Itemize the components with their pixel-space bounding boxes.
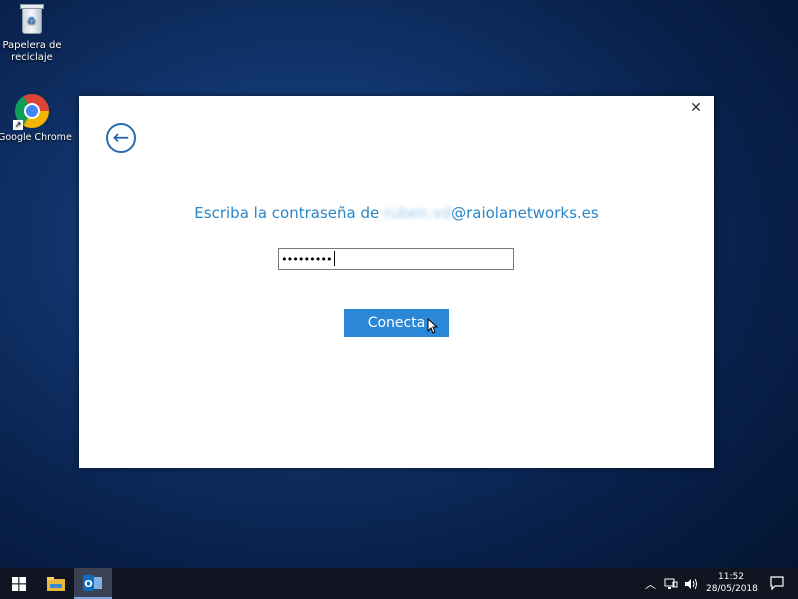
prompt-email-domain: @raiolanetworks.es	[451, 204, 599, 222]
volume-icon[interactable]	[684, 578, 698, 590]
text-caret	[334, 251, 335, 266]
close-button[interactable]: ✕	[688, 100, 704, 116]
taskbar-clock[interactable]: 11:52 28/05/2018	[706, 571, 758, 595]
google-chrome-shortcut[interactable]: ↗ Google Chrome	[0, 94, 72, 144]
shortcut-arrow-icon: ↗	[13, 120, 23, 130]
chrome-label: Google Chrome	[0, 132, 72, 143]
svg-text:O: O	[84, 579, 93, 590]
file-explorer-button[interactable]	[37, 568, 75, 599]
password-dialog: ✕ ← Escriba la contraseña de ruben.vd@ra…	[79, 96, 714, 468]
clock-date: 28/05/2018	[706, 584, 758, 594]
outlook-taskbar-button[interactable]: O	[74, 568, 112, 599]
taskbar: O ︿ 11:52 28/05/2018	[0, 568, 798, 599]
system-tray: ︿	[645, 568, 698, 599]
prompt-email-user: ruben.vd	[383, 204, 452, 222]
chrome-icon: ↗	[13, 94, 49, 130]
prompt-text: Escriba la contraseña de	[194, 204, 384, 222]
show-hidden-icons-chevron-icon[interactable]: ︿	[645, 576, 656, 592]
password-input[interactable]	[278, 248, 514, 270]
outlook-icon: O	[83, 574, 102, 591]
notification-icon	[770, 576, 784, 591]
clock-time: 11:52	[718, 572, 744, 582]
action-center-button[interactable]	[770, 575, 784, 594]
back-button[interactable]: ←	[106, 123, 136, 153]
recycle-bin-shortcut[interactable]: ♻ Papelera de reciclaje	[0, 2, 64, 64]
windows-logo-icon	[12, 576, 26, 591]
network-icon[interactable]	[664, 578, 678, 590]
start-button[interactable]	[0, 568, 38, 599]
back-arrow-icon: ←	[112, 125, 130, 149]
password-prompt: Escriba la contraseña de ruben.vd@raiola…	[79, 204, 714, 222]
recycle-bin-label: Papelera de reciclaje	[2, 40, 62, 63]
recycle-bin-icon: ♻	[17, 2, 47, 36]
folder-icon	[47, 576, 65, 591]
